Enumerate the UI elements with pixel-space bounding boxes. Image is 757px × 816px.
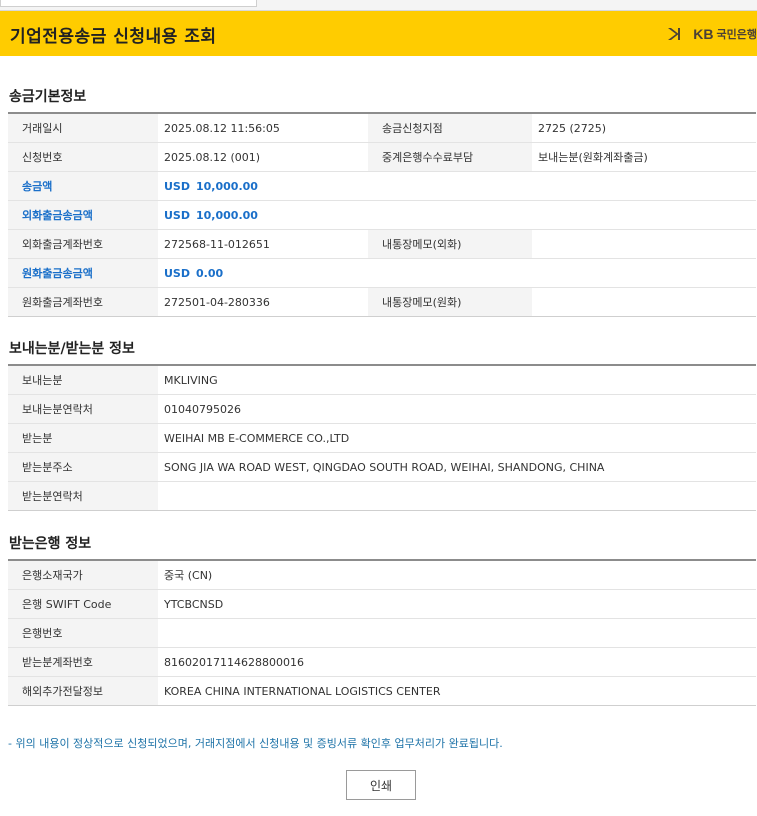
row-label: 은행 SWIFT Code: [8, 589, 158, 619]
row-label: 송금액: [8, 171, 158, 201]
table-row: 받는분연락처: [8, 481, 756, 511]
table-row: 신청번호 2025.08.12 (001) 중계은행수수료부담 보내는분(원화계…: [8, 142, 756, 172]
kb-logo: KB 국민은행: [666, 25, 757, 43]
table-row: 받는분주소 SONG JIA WA ROAD WEST, QINGDAO SOU…: [8, 452, 756, 482]
table-row: 은행소재국가 중국 (CN): [8, 560, 756, 590]
currency-code: USD: [164, 266, 190, 280]
row-label: 외화출금계좌번호: [8, 229, 158, 259]
table-row: 거래일시 2025.08.12 11:56:05 송금신청지점 2725 (27…: [8, 113, 756, 143]
amount-value: USD 10,000.00: [158, 200, 756, 230]
amount: 0.00: [196, 266, 224, 280]
row-label: 원화출금계좌번호: [8, 287, 158, 317]
section-title-bank: 받는은행 정보: [9, 536, 92, 552]
section-title-basic: 송금기본정보: [9, 89, 87, 105]
bank-info-table: 은행소재국가 중국 (CN) 은행 SWIFT Code YTCBCNSD 은행…: [8, 559, 756, 706]
row-value: WEIHAI MB E-COMMERCE CO.,LTD: [158, 423, 756, 453]
row-label: 외화출금송금액: [8, 200, 158, 230]
row-value: [532, 287, 756, 317]
row-label: 내통장메모(원화): [368, 287, 532, 317]
row-value: 2025.08.12 11:56:05: [158, 113, 368, 143]
row-value: 81602017114628800016: [158, 647, 756, 677]
row-label: 보내는분연락처: [8, 394, 158, 424]
completion-notice: - 위의 내용이 정상적으로 신청되었으며, 거래지점에서 신청내용 및 증빙서…: [8, 737, 503, 750]
row-label: 은행번호: [8, 618, 158, 648]
amount: 10,000.00: [196, 179, 258, 193]
table-row: 해외추가전달정보 KOREA CHINA INTERNATIONAL LOGIS…: [8, 676, 756, 706]
kb-star-icon: [668, 28, 681, 40]
row-label: 보내는분: [8, 365, 158, 395]
table-row: 송금액 USD 10,000.00: [8, 171, 756, 201]
currency-code: USD: [164, 208, 190, 222]
print-button[interactable]: 인쇄: [346, 770, 416, 800]
row-value: 01040795026: [158, 394, 756, 424]
table-row: 보내는분연락처 01040795026: [8, 394, 756, 424]
row-value: SONG JIA WA ROAD WEST, QINGDAO SOUTH ROA…: [158, 452, 756, 482]
table-row: 원화출금계좌번호 272501-04-280336 내통장메모(원화): [8, 287, 756, 317]
row-label: 받는분주소: [8, 452, 158, 482]
amount-value: USD 10,000.00: [158, 171, 756, 201]
table-row: 보내는분 MKLIVING: [8, 365, 756, 395]
row-label: 거래일시: [8, 113, 158, 143]
row-label: 내통장메모(외화): [368, 229, 532, 259]
row-label: 중계은행수수료부담: [368, 142, 532, 172]
row-label: 송금신청지점: [368, 113, 532, 143]
row-label: 신청번호: [8, 142, 158, 172]
table-row: 원화출금송금액 USD 0.00: [8, 258, 756, 288]
row-label: 해외추가전달정보: [8, 676, 158, 706]
row-value: [158, 618, 756, 648]
basic-info-table: 거래일시 2025.08.12 11:56:05 송금신청지점 2725 (27…: [8, 112, 756, 317]
row-label: 받는분계좌번호: [8, 647, 158, 677]
row-label: 받는분연락처: [8, 481, 158, 511]
browser-tab[interactable]: [0, 0, 257, 7]
row-value: 중국 (CN): [158, 560, 756, 590]
logo-bank-name: 국민은행: [716, 28, 757, 41]
row-value: 2025.08.12 (001): [158, 142, 368, 172]
logo-kb-text: KB: [693, 26, 714, 42]
row-value: MKLIVING: [158, 365, 756, 395]
row-value: 보내는분(원화계좌출금): [532, 142, 756, 172]
page-title: 기업전용송금 신청내용 조회: [10, 27, 217, 47]
row-value: [158, 481, 756, 511]
parties-info-table: 보내는분 MKLIVING 보내는분연락처 01040795026 받는분 WE…: [8, 364, 756, 511]
table-row: 외화출금계좌번호 272568-11-012651 내통장메모(외화): [8, 229, 756, 259]
table-row: 은행 SWIFT Code YTCBCNSD: [8, 589, 756, 619]
table-row: 받는분계좌번호 81602017114628800016: [8, 647, 756, 677]
amount-value: USD 0.00: [158, 258, 756, 288]
table-row: 은행번호: [8, 618, 756, 648]
page-header: 기업전용송금 신청내용 조회 KB 국민은행: [0, 11, 757, 56]
row-value: 272568-11-012651: [158, 229, 368, 259]
section-title-parties: 보내는분/받는분 정보: [9, 341, 135, 357]
amount: 10,000.00: [196, 208, 258, 222]
table-row: 외화출금송금액 USD 10,000.00: [8, 200, 756, 230]
row-value: [532, 229, 756, 259]
row-value: YTCBCNSD: [158, 589, 756, 619]
row-value: 2725 (2725): [532, 113, 756, 143]
row-label: 받는분: [8, 423, 158, 453]
browser-tab-strip: [0, 0, 757, 11]
row-label: 원화출금송금액: [8, 258, 158, 288]
currency-code: USD: [164, 179, 190, 193]
row-value: KOREA CHINA INTERNATIONAL LOGISTICS CENT…: [158, 676, 756, 706]
table-row: 받는분 WEIHAI MB E-COMMERCE CO.,LTD: [8, 423, 756, 453]
row-label: 은행소재국가: [8, 560, 158, 590]
row-value: 272501-04-280336: [158, 287, 368, 317]
